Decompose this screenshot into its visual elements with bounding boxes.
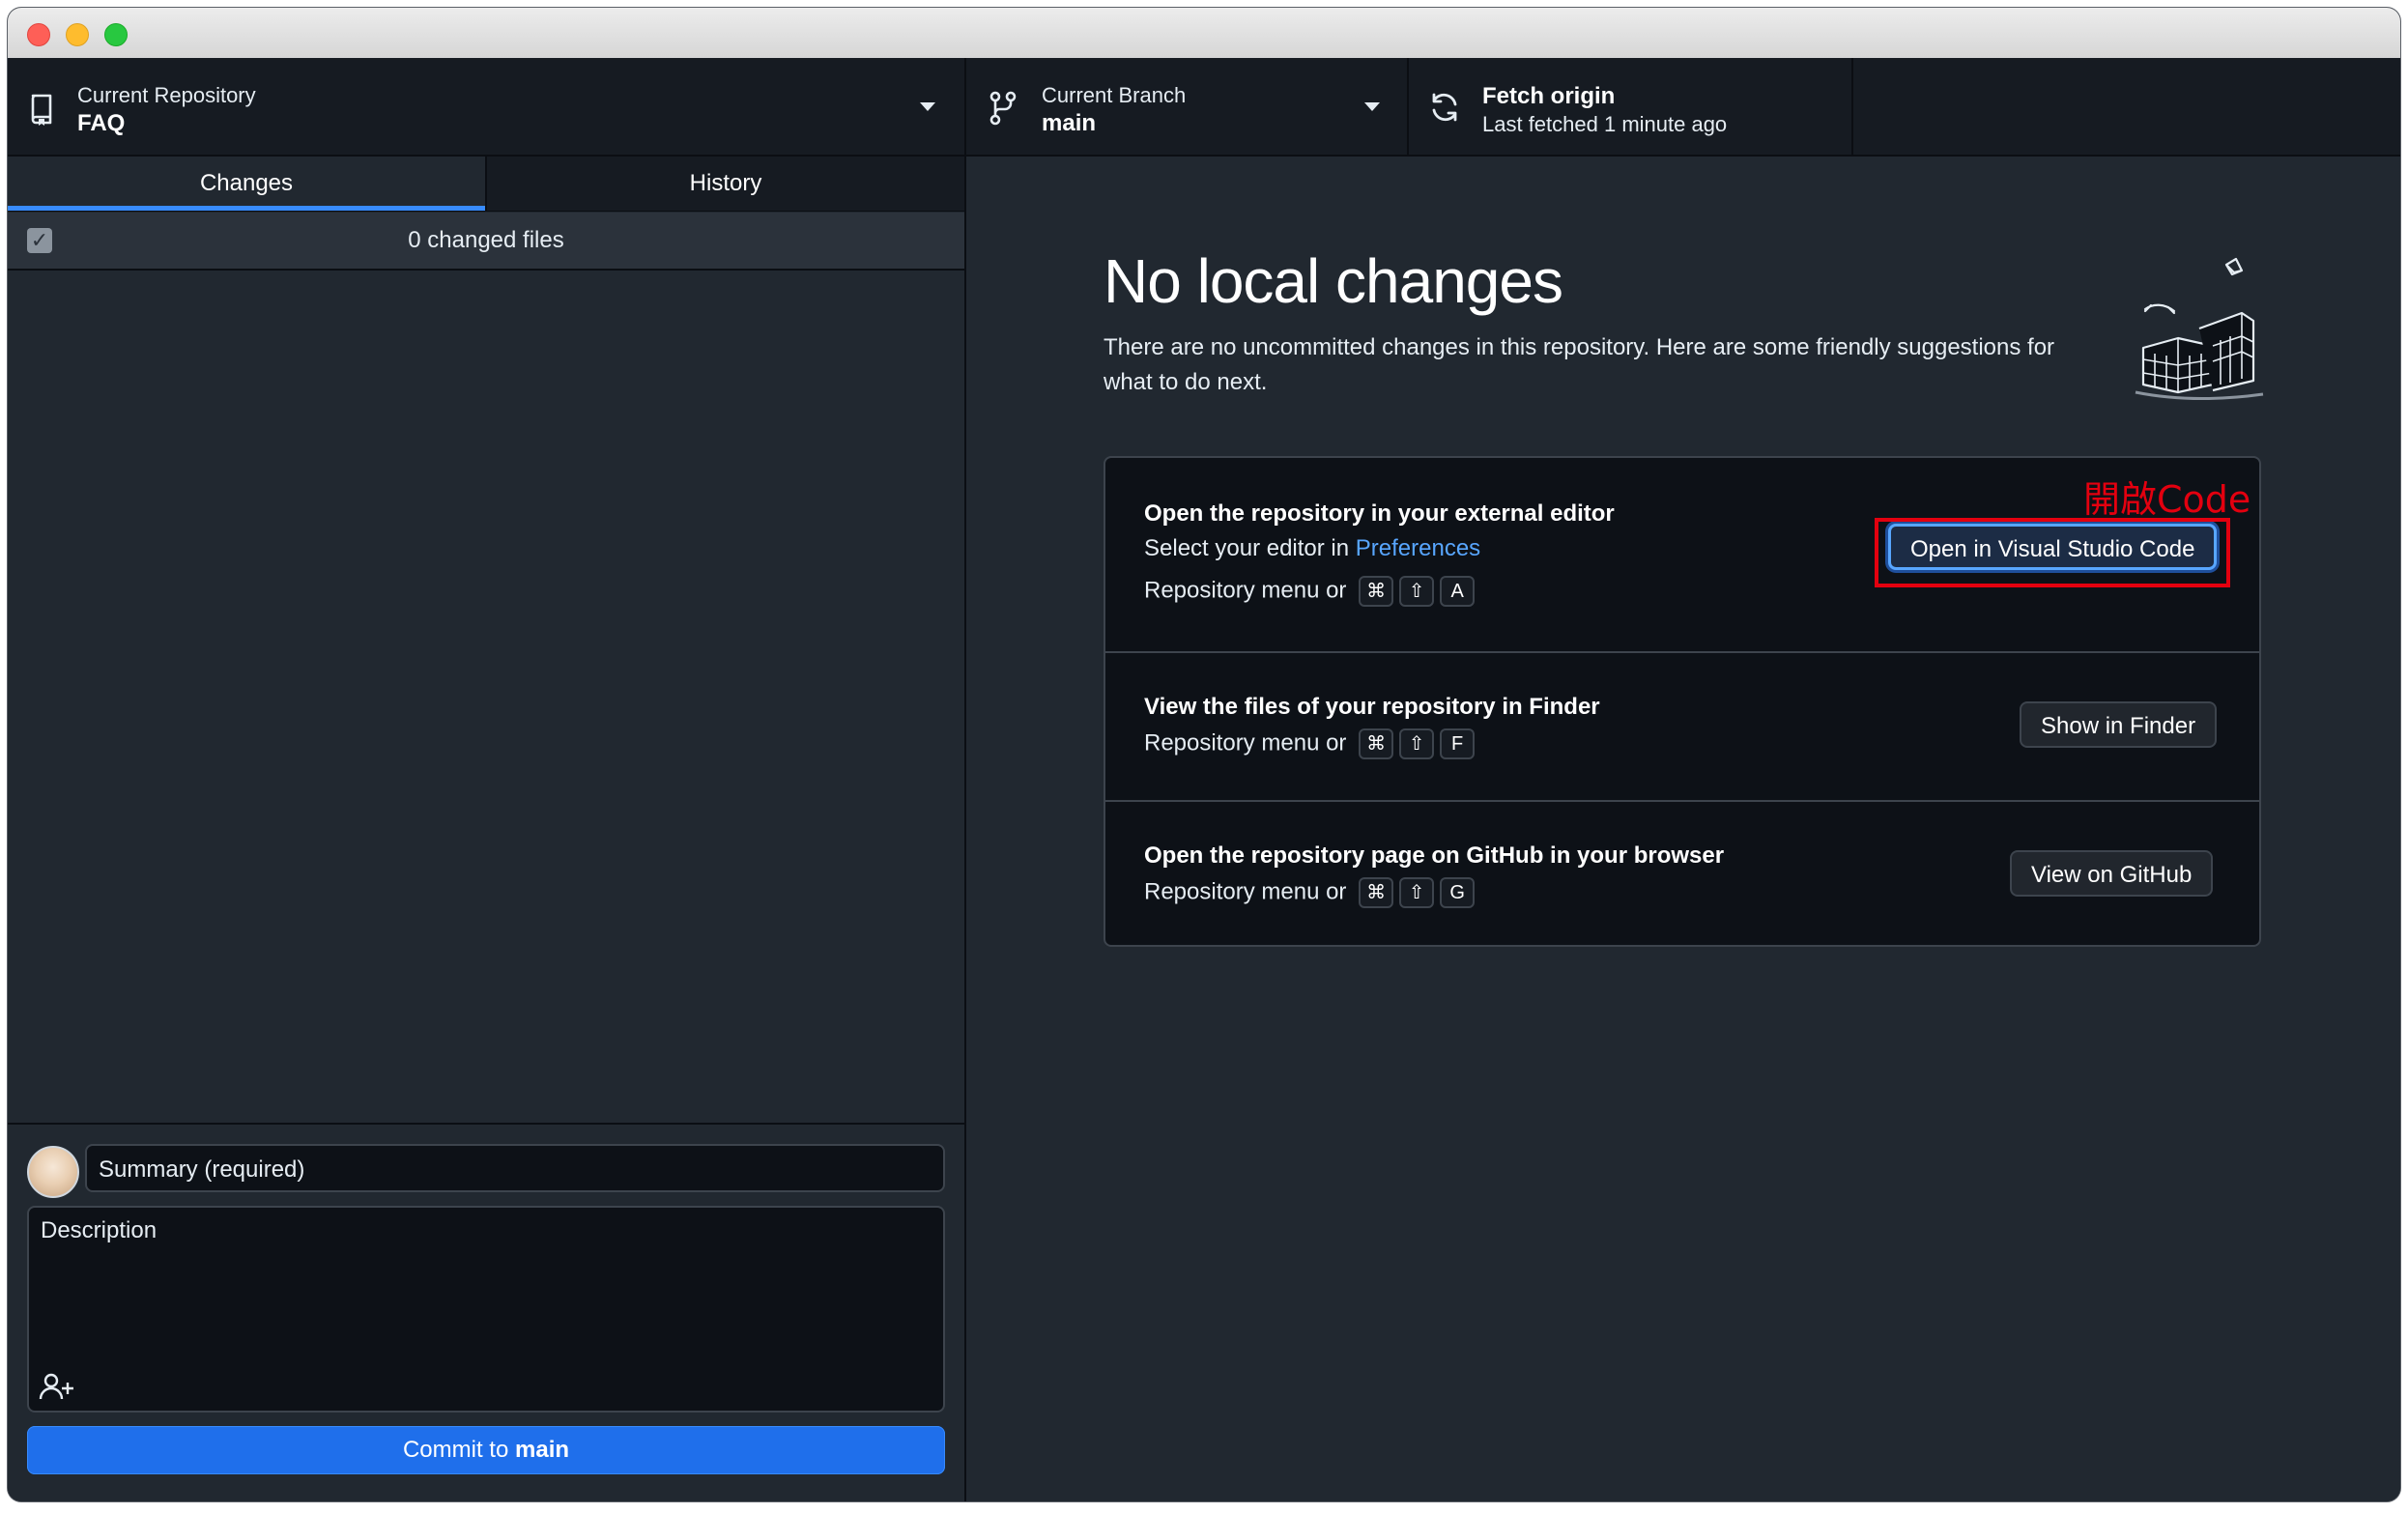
- suggestion-view-on-github: Open the repository page on GitHub in yo…: [1105, 800, 2259, 945]
- changed-files-count: 0 changed files: [408, 227, 564, 253]
- shift-key: ⇧: [1399, 576, 1435, 607]
- shift-key: ⇧: [1399, 728, 1435, 759]
- last-fetched-text: Last fetched 1 minute ago: [1482, 112, 1728, 136]
- chevron-down-icon: [920, 102, 935, 111]
- current-repository-button[interactable]: Current Repository FAQ: [8, 58, 966, 155]
- repo-icon: [29, 93, 56, 130]
- branch-name: main: [1042, 110, 1097, 136]
- branch-caption: Current Branch: [1042, 83, 1187, 107]
- description-input[interactable]: Description: [27, 1206, 945, 1413]
- shortcut-line: Repository menu or ⌘ ⇧ F: [1144, 728, 1476, 759]
- commit-button-branch: main: [515, 1437, 570, 1463]
- description-placeholder: Description: [41, 1217, 158, 1243]
- shift-key: ⇧: [1399, 877, 1435, 908]
- commit-form: Summary (required) Description Commit to…: [8, 1123, 964, 1501]
- view-on-github-button[interactable]: View on GitHub: [2010, 850, 2214, 897]
- preferences-link[interactable]: Preferences: [1356, 535, 1480, 561]
- changes-sidebar: Changes History 0 changed files ✓ Summar…: [8, 157, 966, 1501]
- suggestion-title: View the files of your repository in Fin…: [1144, 694, 1600, 720]
- suggestion-title: Open the repository page on GitHub in yo…: [1144, 842, 1725, 869]
- page-description: There are no uncommitted changes in this…: [1104, 334, 2055, 395]
- annotation-highlight-box: [1875, 518, 2230, 587]
- tab-history[interactable]: History: [487, 157, 964, 211]
- chevron-down-icon: [1364, 102, 1380, 111]
- empty-state-illustration: [2126, 253, 2271, 413]
- suggestion-preferences-line: Select your editor in Preferences: [1144, 535, 1480, 562]
- menu-text: Repository menu or: [1144, 878, 1347, 905]
- preferences-prefix: Select your editor in: [1144, 535, 1350, 561]
- add-coauthor-icon[interactable]: [39, 1372, 77, 1406]
- commit-button-prefix: Commit to: [402, 1437, 509, 1463]
- changed-files-header: 0 changed files ✓: [8, 213, 964, 271]
- fetch-origin-button[interactable]: Fetch origin Last fetched 1 minute ago: [1409, 58, 1853, 155]
- suggestions-card: Open the repository in your external edi…: [1104, 456, 2261, 947]
- title-bar: [8, 8, 2400, 59]
- suggestion-external-editor: Open the repository in your external edi…: [1105, 458, 2259, 653]
- letter-key: G: [1440, 877, 1476, 908]
- avatar: [27, 1146, 79, 1198]
- select-all-checkbox[interactable]: ✓: [27, 228, 52, 253]
- close-window-button[interactable]: [27, 23, 50, 46]
- zoom-window-button[interactable]: [104, 23, 128, 46]
- menu-text: Repository menu or: [1144, 729, 1347, 756]
- shortcut-line: Repository menu or ⌘ ⇧ G: [1144, 877, 1476, 908]
- current-branch-button[interactable]: Current Branch main: [966, 58, 1409, 155]
- main-content: No local changes There are no uncommitte…: [966, 157, 2400, 1501]
- commit-button[interactable]: Commit to main: [27, 1426, 945, 1474]
- repository-caption: Current Repository: [77, 83, 256, 107]
- page-title: No local changes: [1104, 246, 1563, 316]
- letter-key: A: [1440, 576, 1476, 607]
- branch-icon: [989, 91, 1017, 130]
- letter-key: F: [1440, 728, 1476, 759]
- toolbar: Current Repository FAQ Current Branch ma…: [8, 58, 2400, 157]
- command-key: ⌘: [1359, 877, 1394, 908]
- minimize-window-button[interactable]: [66, 23, 89, 46]
- tab-changes[interactable]: Changes: [8, 157, 485, 211]
- suggestion-show-in-finder: View the files of your repository in Fin…: [1105, 651, 2259, 802]
- command-key: ⌘: [1359, 576, 1394, 607]
- repository-name: FAQ: [77, 110, 126, 136]
- shortcut-line: Repository menu or ⌘ ⇧ A: [1144, 576, 1476, 607]
- sidebar-tabs: Changes History: [8, 157, 964, 212]
- annotation-label: 開啟Code: [2083, 478, 2251, 521]
- summary-input[interactable]: Summary (required): [85, 1144, 945, 1192]
- menu-text: Repository menu or: [1144, 577, 1347, 604]
- app-window: Current Repository FAQ Current Branch ma…: [8, 8, 2400, 1501]
- command-key: ⌘: [1359, 728, 1394, 759]
- sync-icon: [1428, 91, 1461, 128]
- suggestion-title: Open the repository in your external edi…: [1144, 500, 1615, 527]
- show-in-finder-button[interactable]: Show in Finder: [2020, 701, 2218, 748]
- fetch-title: Fetch origin: [1482, 83, 1616, 109]
